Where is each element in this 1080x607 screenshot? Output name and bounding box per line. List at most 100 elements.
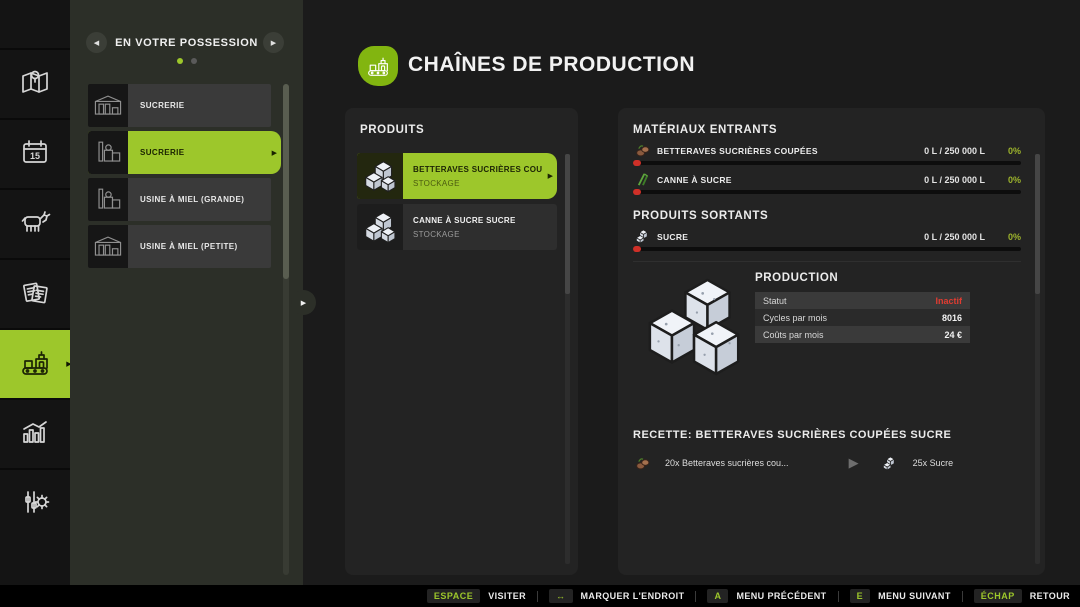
possession-item-sucrerie-2-selected[interactable]: SUCRERIE ▶ bbox=[88, 131, 281, 174]
output-percent: 0% bbox=[985, 232, 1021, 242]
product-item-title: BETTERAVES SUCRIÈRES COU bbox=[413, 165, 542, 174]
product-item-title: CANNE À SUCRE SUCRE bbox=[413, 216, 516, 225]
possession-item-sucrerie-1[interactable]: SUCRERIE bbox=[88, 84, 271, 127]
settings-sliders-icon bbox=[17, 484, 53, 525]
products-scrollbar-thumb[interactable] bbox=[565, 154, 570, 294]
output-row-sucre: SUCRE 0 L / 250 000 L 0% bbox=[633, 228, 1021, 245]
keybind-menu-precedent-label: MENU PRÉCÉDENT bbox=[736, 591, 826, 601]
products-panel: PRODUITS BETTERAVES SUCRIÈRES COU STOC bbox=[345, 108, 578, 575]
possession-title: EN VOTRE POSSESSION bbox=[70, 37, 303, 49]
tab-calendar[interactable]: 15 bbox=[0, 118, 70, 188]
tab-production-chains[interactable]: ▶ bbox=[0, 328, 70, 398]
row-label: Statut bbox=[763, 296, 787, 306]
keybind-marquer-label: MARQUER L'ENDROIT bbox=[581, 591, 685, 601]
recipe-row: 20x Betteraves sucrières cou... ▶ 25x Su… bbox=[633, 455, 1021, 471]
building-thumbnail bbox=[88, 131, 128, 174]
tab-settings[interactable] bbox=[0, 468, 70, 538]
input-percent: 0% bbox=[985, 175, 1021, 185]
keybind-e[interactable]: E bbox=[850, 589, 871, 603]
input-percent: 0% bbox=[985, 146, 1021, 156]
input-row-canne: CANNE À SUCRE 0 L / 250 000 L 0% bbox=[633, 171, 1021, 188]
row-label: Cycles par mois bbox=[763, 313, 827, 323]
pagination-dots bbox=[70, 58, 303, 64]
main-menu-toolbar: 15 bbox=[0, 0, 70, 585]
cow-icon bbox=[17, 204, 53, 245]
keybar-divider bbox=[838, 591, 839, 602]
possession-item-usine-miel-petite[interactable]: USINE À MIEL (PETITE) bbox=[88, 225, 271, 268]
tab-contracts[interactable] bbox=[0, 258, 70, 328]
products-title: PRODUITS bbox=[360, 124, 424, 136]
tab-animals[interactable] bbox=[0, 188, 70, 258]
map-icon bbox=[17, 64, 53, 105]
page-title: CHAÎNES DE PRODUCTION bbox=[408, 53, 695, 77]
input-fill-bar bbox=[633, 161, 1021, 165]
possession-item-label: USINE À MIEL (PETITE) bbox=[128, 242, 242, 251]
fill-bar-empty-marker bbox=[633, 160, 641, 166]
sugar-cubes-icon bbox=[357, 153, 403, 199]
costs-value: 24 € bbox=[944, 330, 962, 340]
product-item-betteraves[interactable]: BETTERAVES SUCRIÈRES COU STOCKAGE ▶ bbox=[357, 153, 557, 199]
details-scrollbar-thumb[interactable] bbox=[1035, 154, 1040, 294]
details-scrollbar[interactable] bbox=[1035, 154, 1040, 564]
production-section: PRODUCTION Statut Inactif Cycles par moi… bbox=[633, 268, 1021, 383]
possession-item-label: SUCRERIE bbox=[128, 101, 189, 110]
fill-bar-empty-marker bbox=[633, 189, 641, 195]
input-name: CANNE À SUCRE bbox=[657, 175, 732, 185]
status-value: Inactif bbox=[935, 296, 962, 306]
production-table: Statut Inactif Cycles par mois 8016 Coût… bbox=[755, 292, 970, 343]
possession-item-label: USINE À MIEL (GRANDE) bbox=[128, 195, 248, 204]
sugar-cubes-icon bbox=[357, 204, 403, 250]
pagination-dot bbox=[191, 58, 197, 64]
keybind-visiter-label: VISITER bbox=[488, 591, 526, 601]
possession-item-usine-miel-grande[interactable]: USINE À MIEL (GRANDE) bbox=[88, 178, 271, 221]
building-thumbnail bbox=[88, 225, 128, 268]
section-divider bbox=[633, 261, 1021, 262]
pagination-dot-active bbox=[177, 58, 183, 64]
keybar-divider bbox=[537, 591, 538, 602]
toolbar-spacer bbox=[0, 0, 70, 48]
keybind-tag-location[interactable]: ↔ bbox=[549, 589, 573, 603]
keybind-espace[interactable]: ESPACE bbox=[427, 589, 480, 603]
keybind-a[interactable]: A bbox=[707, 589, 728, 603]
outputs-section-title: PRODUITS SORTANTS bbox=[633, 210, 1021, 222]
beet-pieces-icon bbox=[633, 143, 651, 158]
input-amount: 0 L / 250 000 L bbox=[924, 146, 985, 156]
output-amount: 0 L / 250 000 L bbox=[924, 232, 985, 242]
product-item-subtitle: STOCKAGE bbox=[413, 230, 516, 239]
possession-panel: ◀ ▶ EN VOTRE POSSESSION SUCRERIE bbox=[70, 0, 303, 585]
products-scrollbar[interactable] bbox=[565, 154, 570, 564]
recipe-output-text: 25x Sucre bbox=[913, 458, 954, 468]
input-row-betteraves: BETTERAVES SUCRIÈRES COUPÉES 0 L / 250 0… bbox=[633, 142, 1021, 159]
possession-scrollbar[interactable] bbox=[283, 84, 289, 575]
cycles-value: 8016 bbox=[942, 313, 962, 323]
statistics-icon bbox=[17, 414, 53, 455]
documents-icon bbox=[17, 274, 53, 315]
product-item-canne-a-sucre[interactable]: CANNE À SUCRE SUCRE STOCKAGE bbox=[357, 204, 557, 250]
production-section-title: PRODUCTION bbox=[755, 272, 1021, 284]
input-fill-bar bbox=[633, 190, 1021, 194]
production-chains-icon bbox=[17, 344, 53, 385]
keybind-bar: ESPACE VISITER ↔ MARQUER L'ENDROIT A MEN… bbox=[0, 585, 1080, 607]
input-amount: 0 L / 250 000 L bbox=[924, 175, 985, 185]
selected-item-arrow: ▶ bbox=[272, 149, 277, 157]
svg-text:15: 15 bbox=[30, 151, 40, 161]
fill-bar-empty-marker bbox=[633, 246, 641, 252]
tab-map[interactable] bbox=[0, 48, 70, 118]
panel-collapse-handle[interactable]: ▶ bbox=[291, 290, 316, 315]
selected-product-arrow: ▶ bbox=[548, 172, 553, 180]
building-thumbnail bbox=[88, 84, 128, 127]
keybind-retour-label: RETOUR bbox=[1030, 591, 1070, 601]
possession-item-label: SUCRERIE bbox=[128, 148, 189, 157]
keybind-echap[interactable]: ÉCHAP bbox=[974, 589, 1022, 603]
recipe-title: RECETTE: BETTERAVES SUCRIÈRES COUPÉES SU… bbox=[633, 429, 1021, 441]
possession-scrollbar-thumb[interactable] bbox=[283, 84, 289, 279]
calendar-icon: 15 bbox=[17, 134, 53, 175]
keybar-divider bbox=[695, 591, 696, 602]
inputs-section-title: MATÉRIAUX ENTRANTS bbox=[633, 124, 1021, 136]
sugar-icon bbox=[881, 456, 899, 471]
sugar-icon bbox=[633, 229, 651, 244]
tab-statistics[interactable] bbox=[0, 398, 70, 468]
possession-list: SUCRERIE SUCRERIE ▶ USINE À MI bbox=[88, 84, 283, 272]
production-row-couts: Coûts par mois 24 € bbox=[755, 326, 970, 343]
recipe-input-text: 20x Betteraves sucrières cou... bbox=[665, 458, 789, 468]
